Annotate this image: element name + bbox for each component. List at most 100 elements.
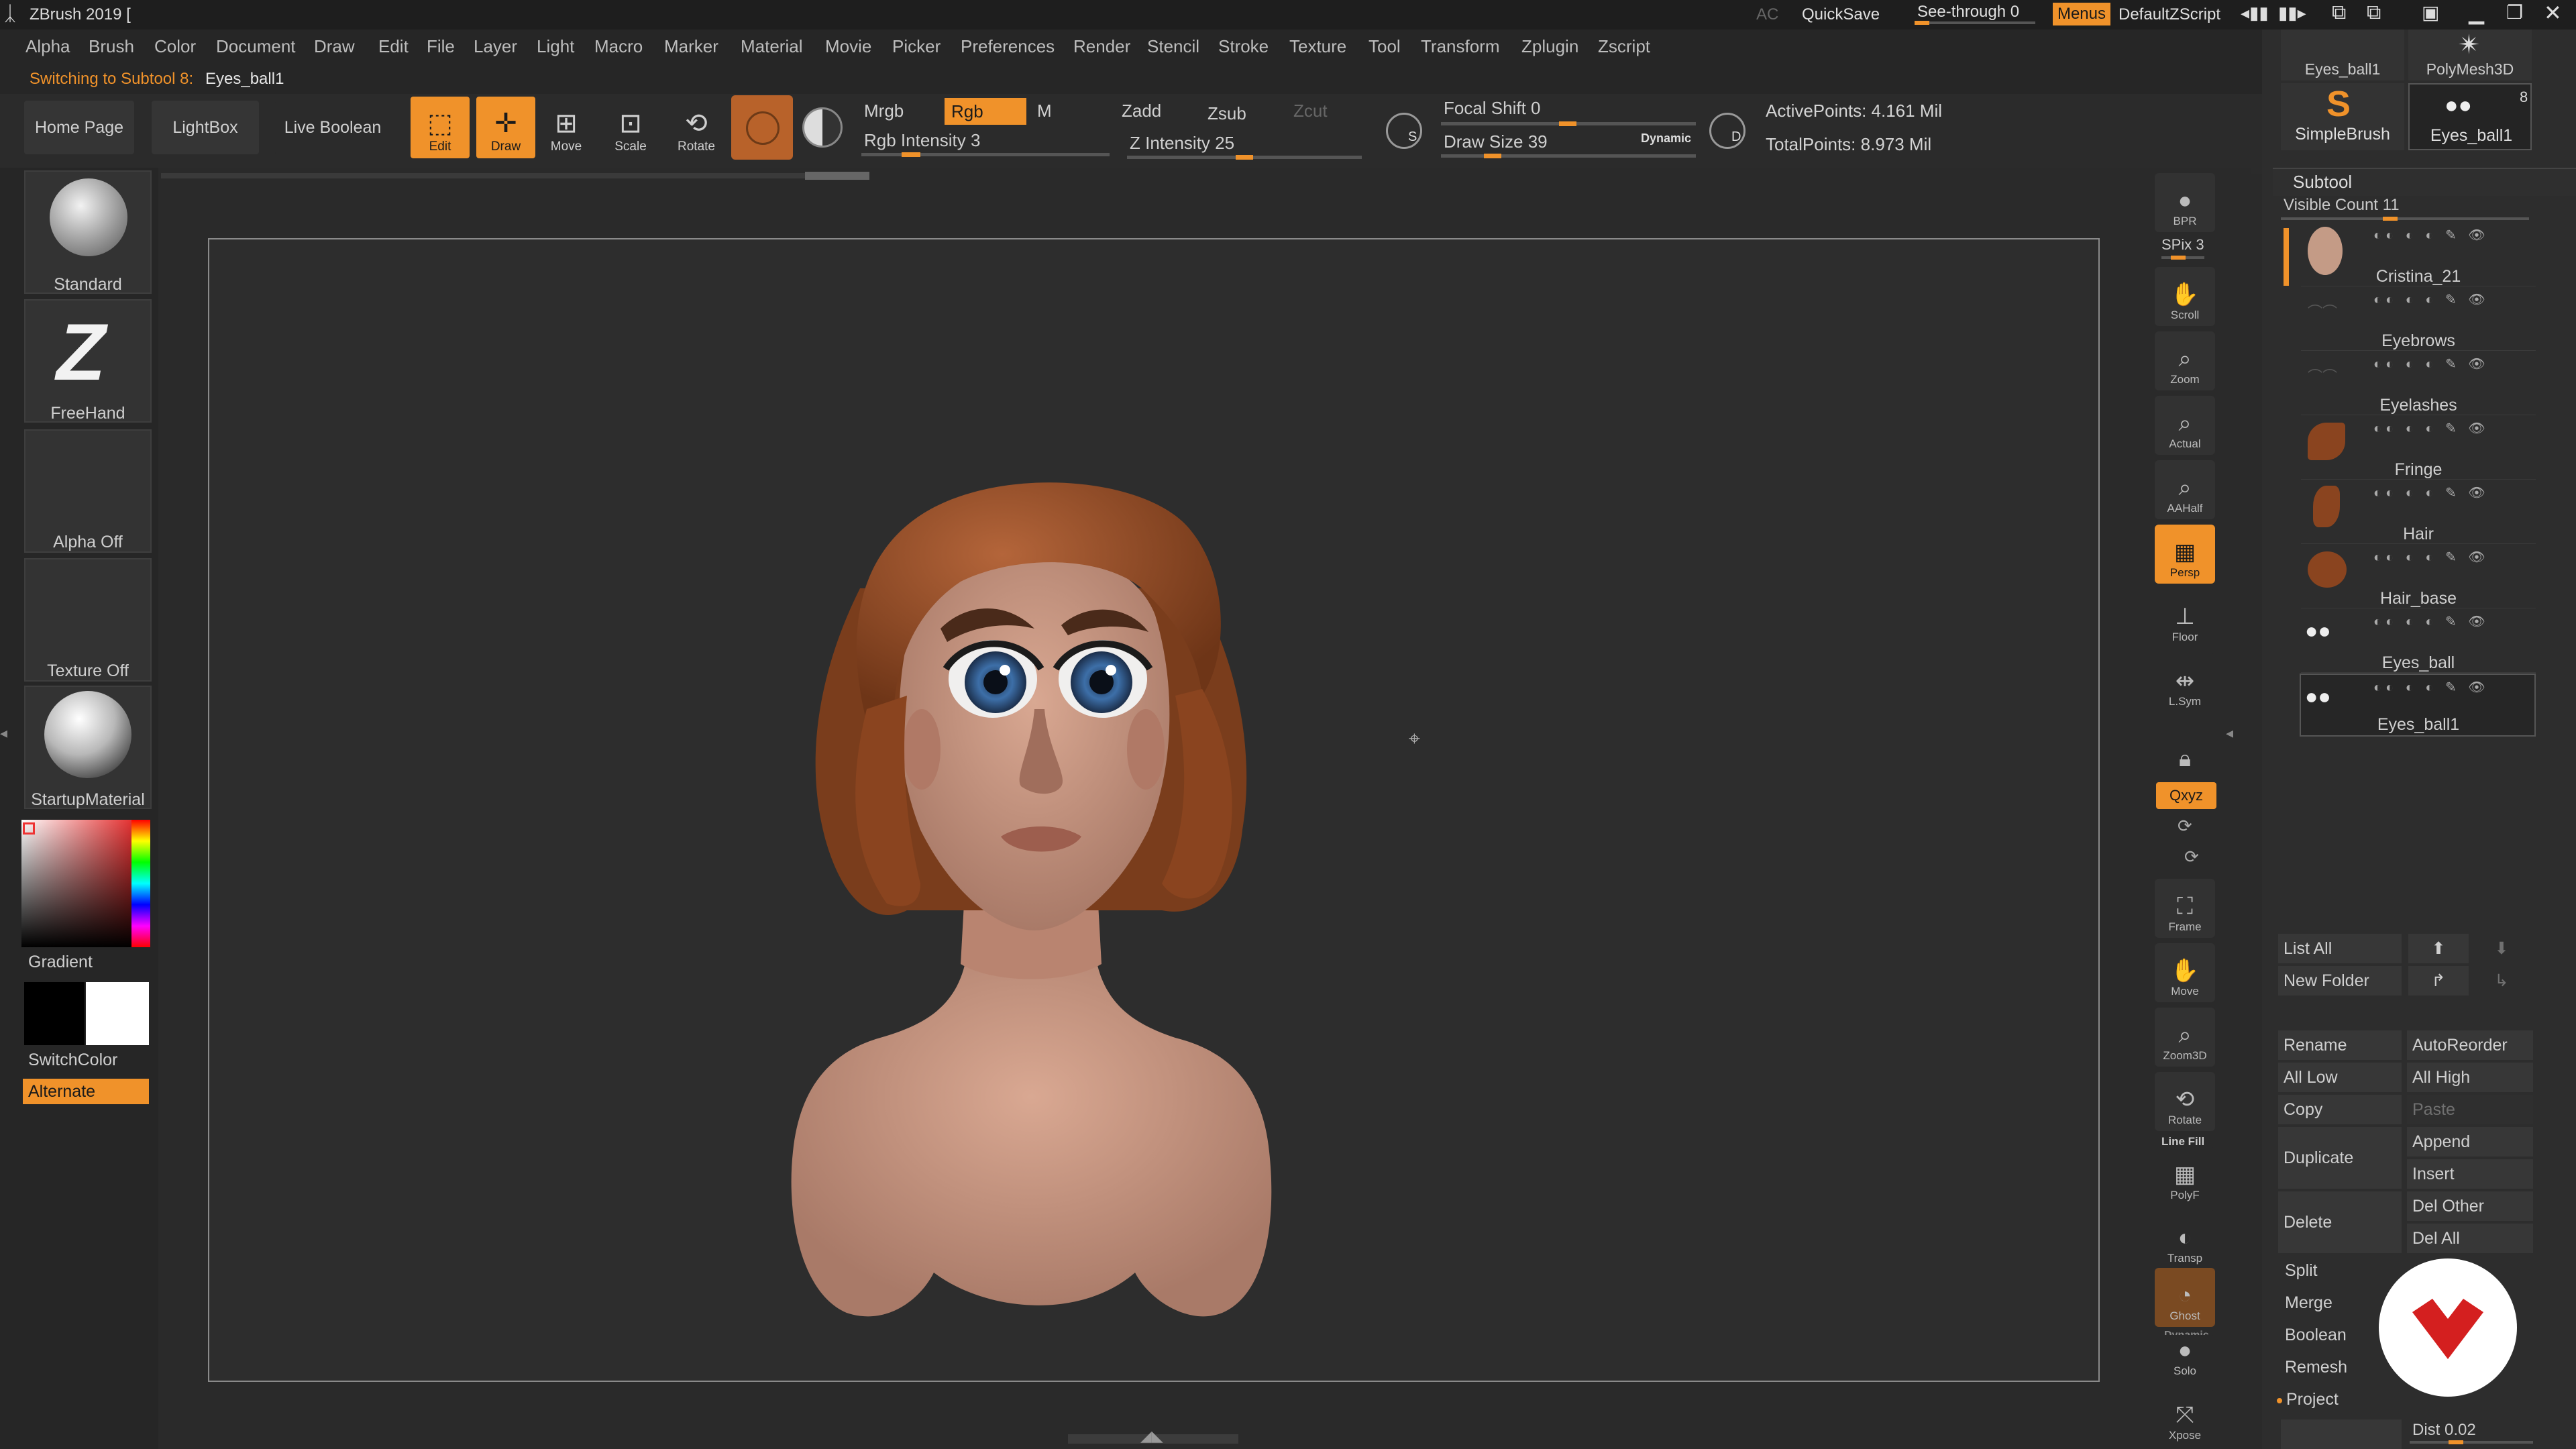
merge-section[interactable]: Merge — [2285, 1293, 2332, 1313]
rename-button[interactable]: Rename — [2278, 1030, 2402, 1060]
quicksave-button[interactable]: QuickSave — [1802, 5, 1880, 24]
visible-count-slider[interactable]: Visible Count 11 — [2284, 196, 2400, 215]
focal-shift-handle[interactable] — [1559, 121, 1576, 126]
menu-zplugin[interactable]: Zplugin — [1521, 36, 1578, 57]
new-folder-button[interactable]: New Folder — [2278, 966, 2402, 996]
canvas-top-scroll[interactable] — [161, 173, 868, 178]
z-intensity-slider[interactable]: Z Intensity 25 — [1130, 133, 1234, 154]
close-icon[interactable]: ✕ — [2544, 0, 2562, 25]
menu-draw[interactable]: Draw — [314, 36, 355, 57]
subtool-controls-icon[interactable]: ◐◐ ◐ ◐ ✎ 👁︎ — [2373, 679, 2489, 696]
subtool-controls-icon[interactable]: ◐◐ ◐ ◐ ✎ 👁︎ — [2373, 549, 2489, 566]
folder-arrow-icon[interactable]: ↱ — [2408, 966, 2469, 996]
tray-left-icon[interactable]: ◂▮▮ — [2241, 3, 2269, 23]
del-all-button[interactable]: Del All — [2407, 1224, 2533, 1253]
main-color-swatch[interactable] — [24, 982, 85, 1045]
boolean-section[interactable]: Boolean — [2285, 1326, 2347, 1345]
menu-zscript[interactable]: Zscript — [1598, 36, 1650, 57]
zadd-button[interactable]: Zadd — [1122, 101, 1161, 121]
tool-slot-simplebrush[interactable]: S SimpleBrush — [2281, 83, 2404, 150]
seethrough-handle[interactable] — [1915, 21, 1929, 25]
scale-mode-button[interactable]: ⊡ Scale — [601, 97, 660, 158]
lightbox-button[interactable]: LightBox — [152, 101, 259, 154]
split-section[interactable]: Split — [2285, 1261, 2318, 1281]
zsub-button[interactable]: Zsub — [1208, 103, 1246, 124]
dock-collapse-icon[interactable]: ◂ — [2226, 724, 2233, 742]
expand-bottom-icon[interactable]: ◢◣ — [1140, 1428, 1163, 1445]
menu-stencil[interactable]: Stencil — [1147, 36, 1199, 57]
rgb-button[interactable]: Rgb — [945, 98, 1026, 125]
menu-preferences[interactable]: Preferences — [961, 36, 1055, 57]
zoom3d-button[interactable]: ⌕ Zoom3D — [2155, 1008, 2215, 1067]
z-rotation-icon[interactable]: ⟳ — [2184, 847, 2199, 867]
spix-handle[interactable] — [2171, 256, 2186, 260]
folder-arrow2-icon[interactable]: ↳ — [2471, 966, 2532, 996]
ac-label[interactable]: AC — [1756, 5, 1778, 24]
subtool-row[interactable]: ◐◐ ◐ ◐ ✎ 👁︎ Fringe — [2301, 416, 2536, 480]
draw-mode-button[interactable]: ✛ Draw — [476, 97, 535, 158]
project-section[interactable]: Project — [2286, 1390, 2339, 1409]
gradient-label[interactable]: Gradient — [28, 953, 93, 972]
subtool-controls-icon[interactable]: ◐◐ ◐ ◐ ✎ 👁︎ — [2373, 227, 2489, 244]
subtool-row[interactable]: ◐◐ ◐ ◐ ✎ 👁︎ Cristina_21 — [2301, 223, 2536, 286]
aahalf-button[interactable]: ⌕ AAHalf — [2155, 460, 2215, 519]
menu-layer[interactable]: Layer — [474, 36, 517, 57]
menu-stroke[interactable]: Stroke — [1218, 36, 1269, 57]
hue-slider[interactable] — [131, 820, 150, 947]
seethrough-slider[interactable]: See-through 0 — [1917, 3, 2019, 21]
paste-button[interactable]: Paste — [2407, 1095, 2533, 1124]
menu-alpha[interactable]: Alpha — [25, 36, 70, 57]
left-shelf-collapse-icon[interactable]: ◂ — [0, 724, 7, 742]
dist-handle[interactable] — [2449, 1440, 2463, 1444]
subtool-scroll-indicator[interactable] — [2284, 228, 2289, 286]
defaultzscript-button[interactable]: DefaultZScript — [2118, 5, 2220, 24]
home-page-button[interactable]: Home Page — [24, 101, 134, 154]
subtool-controls-icon[interactable]: ◐◐ ◐ ◐ ✎ 👁︎ — [2373, 420, 2489, 437]
local-lock-button[interactable]: 🔒︎ — [2155, 718, 2215, 777]
dynamic-d-icon[interactable]: D — [1709, 113, 1746, 149]
y-rotation-icon[interactable]: ⟳ — [2178, 816, 2192, 837]
tool-slot-eyes-ball1[interactable]: Eyes_ball1 — [2281, 30, 2404, 80]
project-button[interactable] — [2281, 1419, 2402, 1449]
menu-marker[interactable]: Marker — [664, 36, 718, 57]
xyz-rotation-toggle[interactable]: Qxyz — [2156, 782, 2216, 809]
menu-edit[interactable]: Edit — [378, 36, 409, 57]
visible-count-handle[interactable] — [2383, 217, 2398, 221]
solo-button[interactable]: ● Solo — [2155, 1335, 2215, 1382]
lock-icon[interactable]: ▣ — [2422, 1, 2439, 23]
dist-slider[interactable]: Dist 0.02 — [2412, 1421, 2476, 1440]
color-mode-icon[interactable] — [802, 107, 843, 148]
canvas-top-scroll-handle[interactable] — [805, 172, 869, 180]
menu-movie[interactable]: Movie — [825, 36, 871, 57]
rotate-view-button[interactable]: ⟲ Rotate — [2155, 1072, 2215, 1131]
draw-size-handle[interactable] — [1484, 154, 1501, 158]
subtool-controls-icon[interactable]: ◐◐ ◐ ◐ ✎ 👁︎ — [2373, 356, 2489, 372]
transp-button[interactable]: ◐ Transp — [2155, 1210, 2215, 1269]
xpose-button[interactable]: ⤧ Xpose — [2155, 1390, 2215, 1446]
del-other-button[interactable]: Del Other — [2407, 1191, 2533, 1221]
autoreorder-button[interactable]: AutoReorder — [2407, 1030, 2533, 1060]
menu-document[interactable]: Document — [216, 36, 296, 57]
move-mode-button[interactable]: ⊞ Move — [537, 97, 596, 158]
secondary-color-swatch[interactable] — [86, 982, 149, 1045]
insert-button[interactable]: Insert — [2407, 1159, 2533, 1189]
frame-button[interactable]: ⛶ Frame — [2155, 879, 2215, 938]
menu-color[interactable]: Color — [154, 36, 196, 57]
menu-picker[interactable]: Picker — [892, 36, 941, 57]
subtool-header[interactable]: Subtool — [2273, 168, 2576, 196]
menus-toggle[interactable]: Menus — [2053, 3, 2110, 25]
zcut-button[interactable]: Zcut — [1293, 101, 1328, 121]
character-model[interactable] — [209, 239, 2098, 1381]
live-boolean-button[interactable]: Live Boolean — [275, 101, 390, 154]
all-low-button[interactable]: All Low — [2278, 1063, 2402, 1092]
move-down-icon[interactable]: ⬇ — [2471, 934, 2532, 963]
material-swatch[interactable] — [731, 95, 793, 160]
subtool-controls-icon[interactable]: ◐◐ ◐ ◐ ✎ 👁︎ — [2373, 613, 2489, 630]
menu-tool[interactable]: Tool — [1368, 36, 1401, 57]
rgb-intensity-slider[interactable]: Rgb Intensity 3 — [864, 130, 980, 151]
polyf-button[interactable]: ▦ PolyF — [2155, 1147, 2215, 1206]
subtool-row[interactable]: ◐◐ ◐ ◐ ✎ 👁︎ Hair_base — [2301, 545, 2536, 608]
all-high-button[interactable]: All High — [2407, 1063, 2533, 1092]
move-up-icon[interactable]: ⬆ — [2408, 934, 2469, 963]
document-canvas[interactable]: ⌖ — [208, 238, 2100, 1382]
